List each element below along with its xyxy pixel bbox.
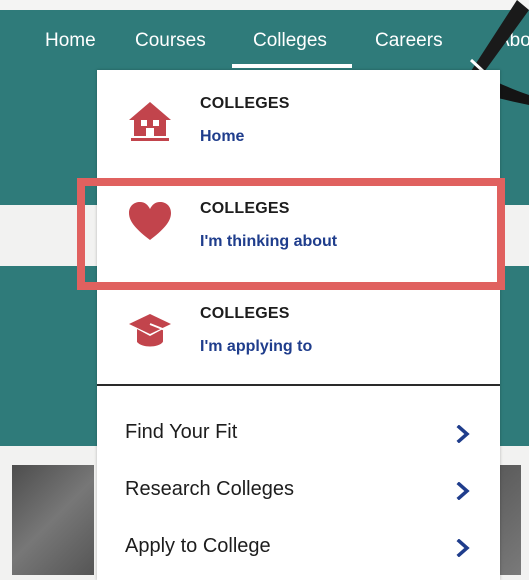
link-label: Find Your Fit <box>125 421 238 443</box>
menu-item-colleges-thinking-about[interactable]: COLLEGES I'm thinking about <box>97 175 500 270</box>
heart-icon <box>129 202 171 240</box>
menu-item-colleges-home[interactable]: COLLEGES Home <box>97 70 500 165</box>
nav-home[interactable]: Home <box>45 30 96 52</box>
menu-item-subtitle: I'm thinking about <box>200 233 338 250</box>
menu-item-colleges-applying-to[interactable]: COLLEGES I'm applying to <box>97 280 500 375</box>
link-apply-to-college[interactable]: Apply to College <box>97 525 500 571</box>
menu-item-title: COLLEGES <box>200 95 290 112</box>
chevron-right-icon <box>456 539 470 557</box>
link-label: Research Colleges <box>125 478 294 500</box>
link-find-your-fit[interactable]: Find Your Fit <box>97 411 500 457</box>
link-research-colleges[interactable]: Research Colleges <box>97 468 500 514</box>
nav-courses[interactable]: Courses <box>135 30 206 52</box>
chevron-right-icon <box>456 425 470 443</box>
graduation-cap-icon <box>129 314 171 347</box>
nav-colleges[interactable]: Colleges <box>253 30 327 52</box>
menu-divider <box>97 384 500 386</box>
menu-item-title: COLLEGES <box>200 200 290 217</box>
link-label: Apply to College <box>125 535 271 557</box>
menu-item-subtitle: I'm applying to <box>200 338 313 355</box>
menu-item-title: COLLEGES <box>200 305 290 322</box>
menu-item-subtitle: Home <box>200 128 245 145</box>
thumbnail-image <box>12 465 94 575</box>
nav-active-indicator <box>232 64 352 68</box>
thumbnail-image-right <box>497 465 521 575</box>
chevron-right-icon <box>456 482 470 500</box>
house-icon <box>129 102 171 141</box>
